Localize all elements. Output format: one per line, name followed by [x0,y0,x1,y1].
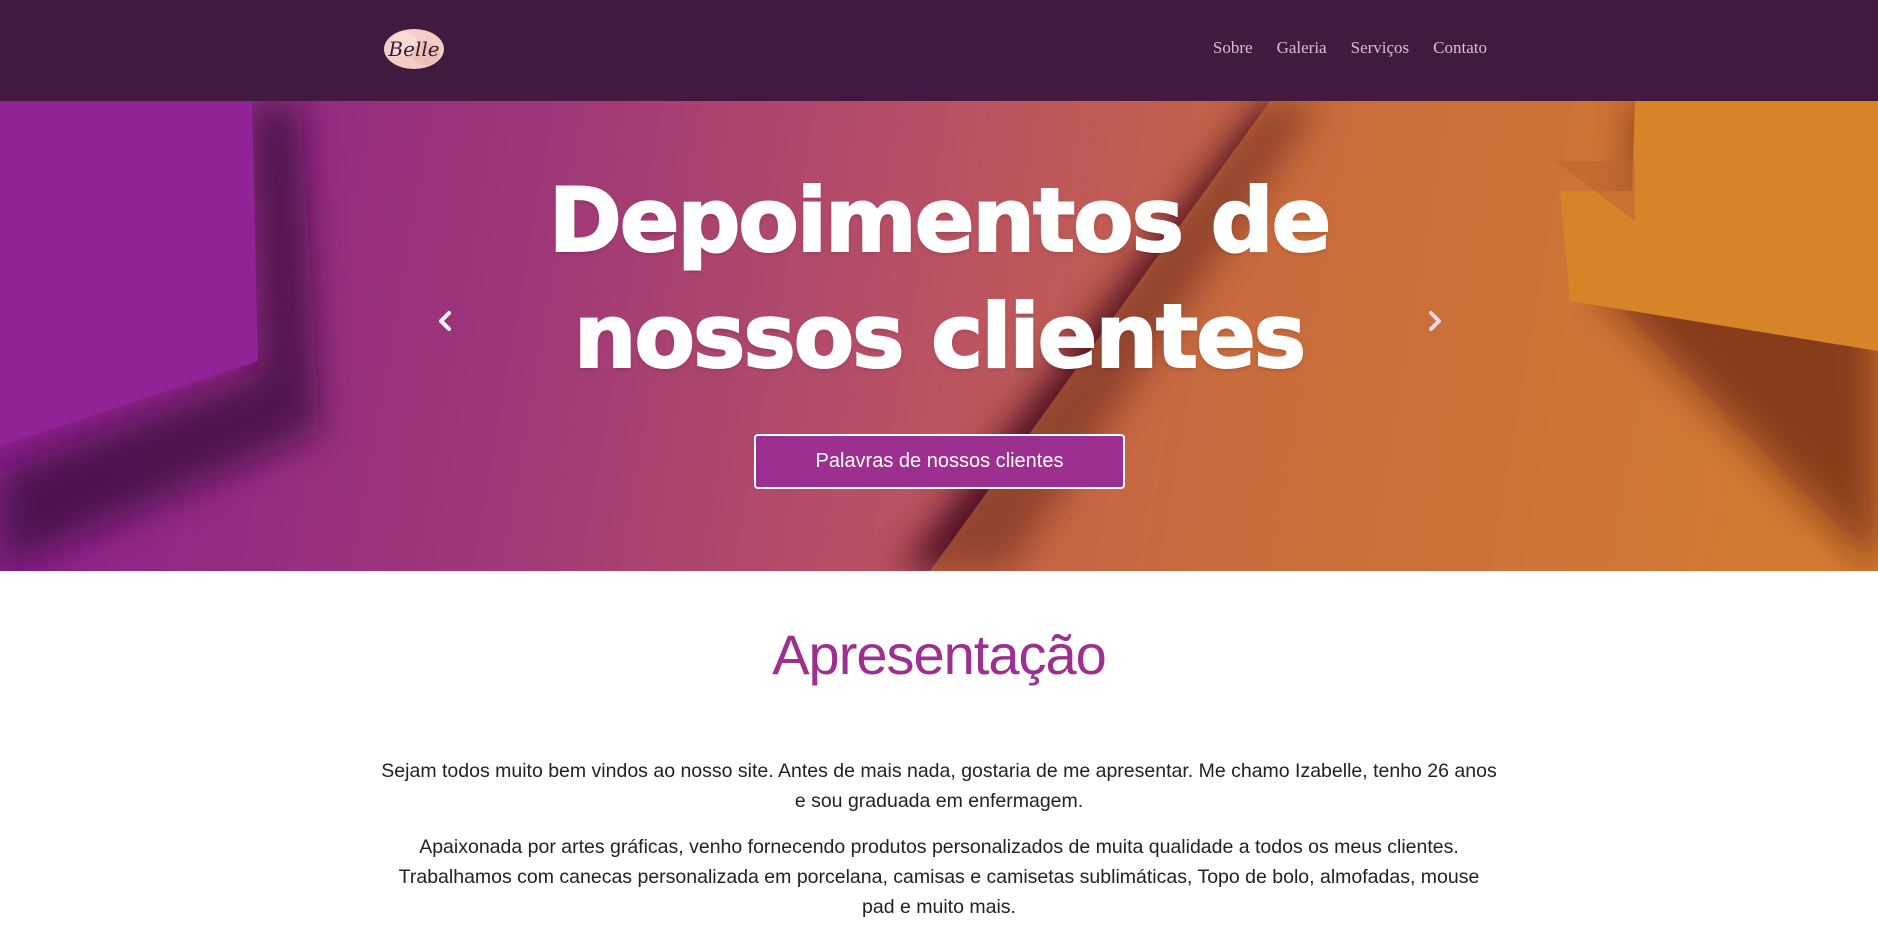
main-nav: Sobre Galeria Serviços Contato [1213,38,1487,58]
services-paragraph: Apaixonada por artes gráficas, venho for… [398,836,1480,918]
nav-link-contato[interactable]: Contato [1433,38,1487,58]
hero-title: Depoimentos de nossos clientes [439,163,1439,395]
hero-carousel: Depoimentos de nossos clientes Palavras … [0,101,1878,571]
nav-link-sobre[interactable]: Sobre [1213,38,1253,58]
top-navbar: Belle Sobre Galeria Serviços Contato [0,0,1878,101]
nav-link-servicos[interactable]: Serviços [1351,38,1410,58]
brand-logo[interactable]: Belle [382,24,446,72]
section-title: Apresentação [772,623,1107,686]
hero-title-line-1: Depoimentos de [548,168,1333,273]
testimonials-button[interactable]: Palavras de nossos clientes [754,434,1125,489]
nav-link-galeria[interactable]: Galeria [1277,38,1327,58]
hero-title-line-2: nossos clientes [573,284,1307,389]
brand-logo-text: Belle [387,37,439,61]
intro-paragraph: Sejam todos muito bem vindos ao nosso si… [381,760,1497,812]
